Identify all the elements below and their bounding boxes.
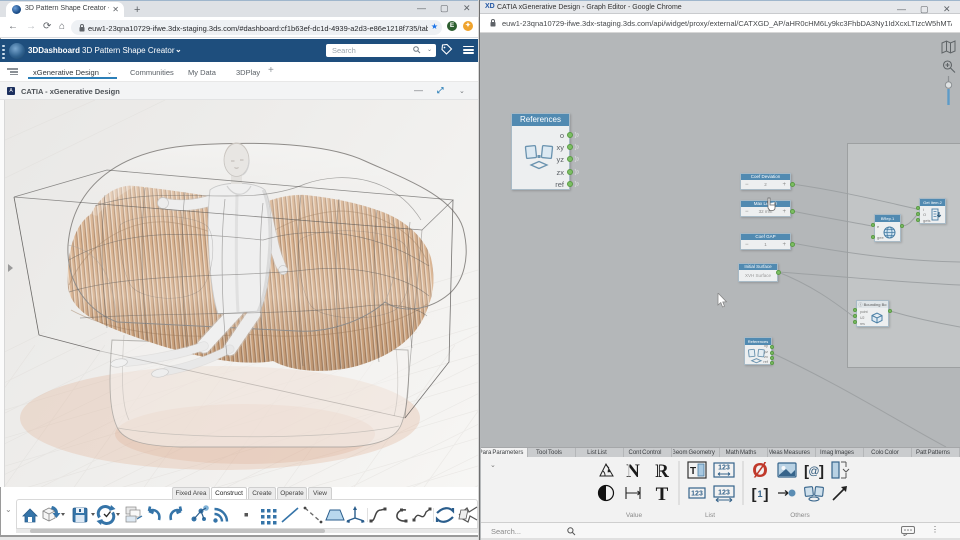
svg-text:Ø: Ø — [752, 460, 768, 482]
svg-text:123: 123 — [691, 491, 703, 498]
svg-text:[: [ — [752, 486, 757, 503]
svg-text:123: 123 — [718, 465, 730, 472]
svg-text:R: R — [655, 461, 669, 482]
svg-text:T: T — [656, 484, 669, 505]
svg-text:@: @ — [808, 466, 819, 478]
svg-text:1: 1 — [757, 489, 762, 499]
svg-text:⌄: ⌄ — [490, 462, 496, 469]
svg-text:Value: Value — [626, 512, 643, 519]
svg-text:N: N — [626, 461, 640, 482]
svg-text:123: 123 — [718, 490, 730, 497]
svg-text:List: List — [705, 512, 715, 519]
svg-text:]: ] — [764, 486, 769, 503]
svg-text:]: ] — [819, 463, 824, 480]
svg-text:T: T — [690, 466, 696, 477]
svg-text:Others: Others — [790, 512, 810, 519]
